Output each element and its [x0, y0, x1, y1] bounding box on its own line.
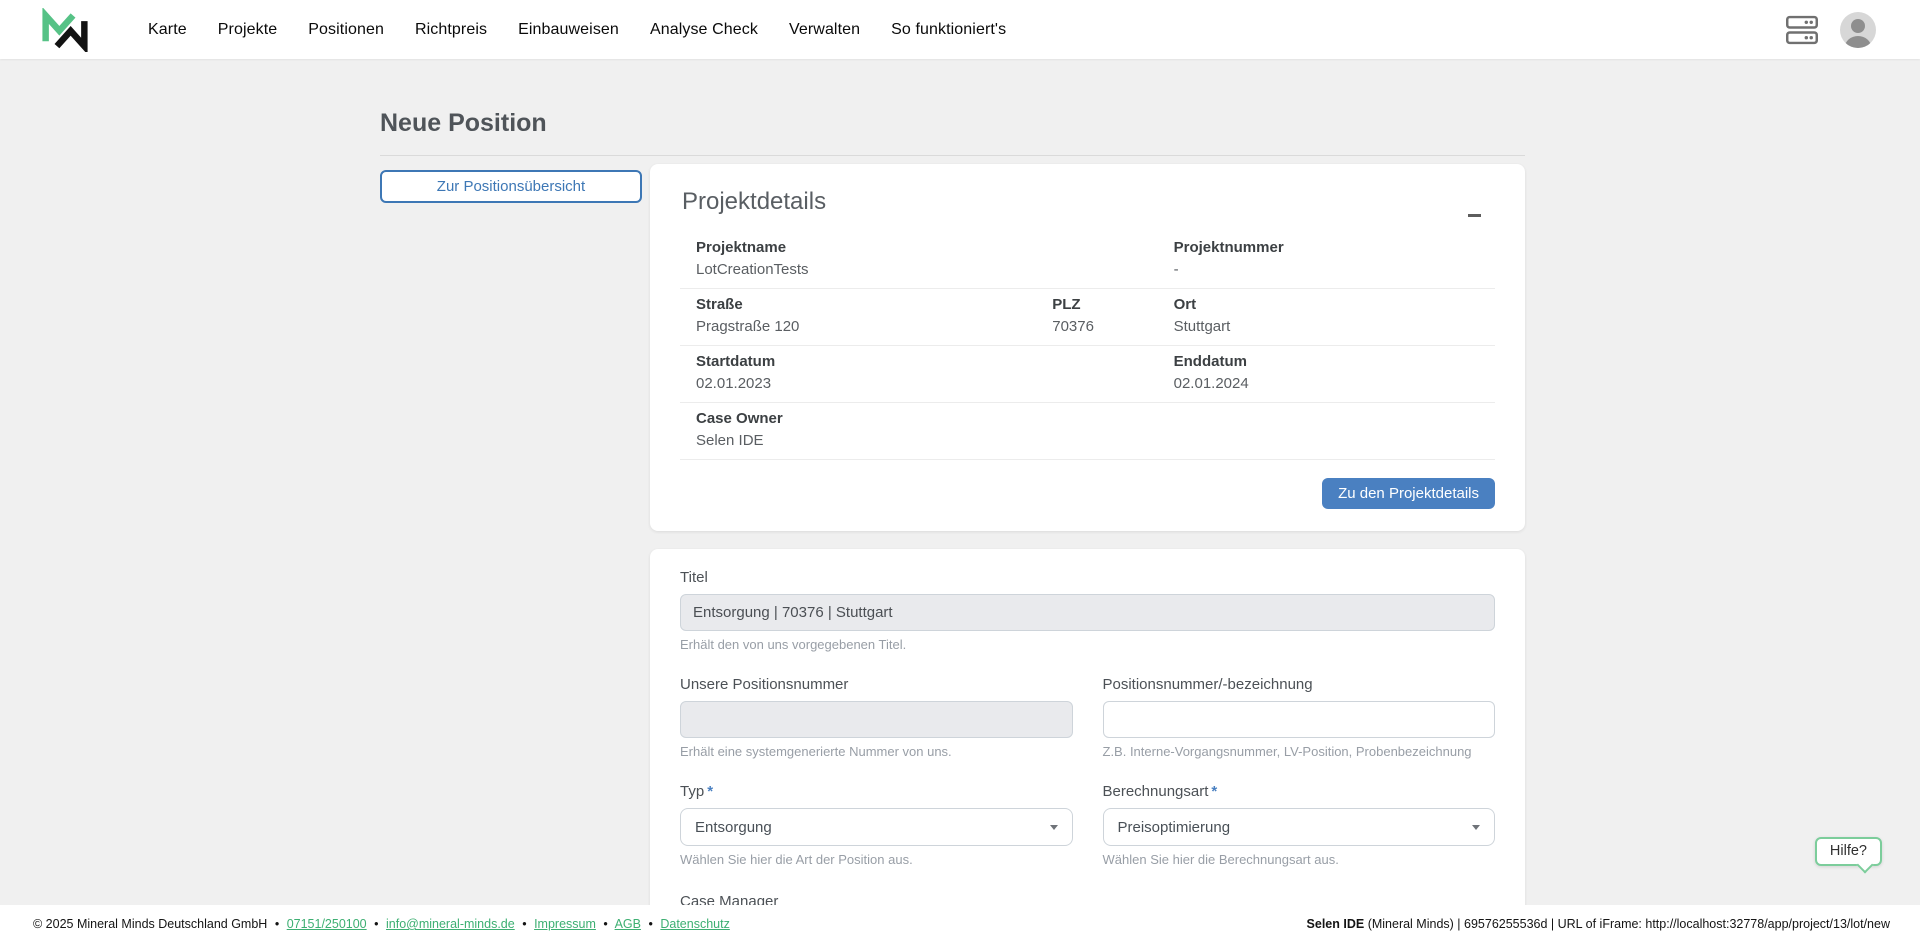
copyright-text: © 2025 Mineral Minds Deutschland GmbH [33, 917, 267, 931]
footer-link-phone[interactable]: 07151/250100 [287, 917, 367, 931]
left-column: Zur Positionsübersicht [380, 164, 650, 203]
mineral-minds-logo[interactable] [40, 7, 92, 53]
titel-helper: Erhält den von uns vorgegebenen Titel. [680, 637, 1495, 652]
footer-link-email[interactable]: info@mineral-minds.de [386, 917, 515, 931]
field-enddatum: Enddatum 02.01.2024 [1174, 352, 1479, 394]
nav-item-analyse-check[interactable]: Analyse Check [650, 21, 758, 39]
separator-dot: • [603, 917, 607, 931]
footer-link-impressum[interactable]: Impressum [534, 917, 596, 931]
titel-label: Titel [680, 569, 1495, 586]
logo-icon [40, 8, 90, 52]
required-asterisk: * [707, 783, 713, 800]
right-column: Projektdetails Projektname LotCreationTe… [650, 164, 1525, 905]
table-row: Case Owner Selen IDE [680, 403, 1495, 460]
server-icon[interactable] [1786, 15, 1818, 45]
positionsnummer-form-group: Positionsnummer/-bezeichnung Z.B. Intern… [1103, 676, 1496, 759]
avatar-body [1845, 36, 1871, 48]
page-content: Neue Position Zur Positionsübersicht Pro… [0, 59, 1920, 905]
typ-helper: Wählen Sie hier die Art der Position aus… [680, 852, 1073, 867]
field-case-owner: Case Owner Selen IDE [696, 409, 1479, 451]
session-user: Selen IDE [1307, 917, 1365, 931]
nav-item-einbauweisen[interactable]: Einbauweisen [518, 21, 619, 39]
session-details: (Mineral Minds) | 69576255536d | URL of … [1364, 917, 1890, 931]
field-strasse: Straße Pragstraße 120 [696, 295, 1052, 337]
separator-dot: • [648, 917, 652, 931]
chevron-down-icon [1050, 825, 1058, 830]
table-row: Straße Pragstraße 120 PLZ 70376 Ort Stut… [680, 289, 1495, 346]
table-row: Projektname LotCreationTests Projektnumm… [680, 232, 1495, 289]
unsere-positionsnummer-form-group: Unsere Positionsnummer Erhält eine syste… [680, 676, 1073, 759]
berechnungsart-select[interactable]: Preisoptimierung [1103, 808, 1496, 846]
collapse-card-button[interactable] [1465, 208, 1483, 222]
new-position-form-card: Titel Erhält den von uns vorgegebenen Ti… [650, 549, 1525, 905]
berechnungsart-select-value: Preisoptimierung [1118, 819, 1231, 836]
unsere-positionsnummer-helper: Erhält eine systemgenerierte Nummer von … [680, 744, 1073, 759]
session-info: Selen IDE (Mineral Minds) | 69576255536d… [1307, 917, 1890, 931]
positionsnummer-label: Positionsnummer/-bezeichnung [1103, 676, 1496, 693]
typ-form-group: Typ* Entsorgung Wählen Sie hier die Art … [680, 783, 1073, 867]
nav-item-so-funktionierts[interactable]: So funktioniert's [891, 21, 1006, 39]
case-manager-label: Case Manager [680, 893, 1495, 905]
top-navbar: Karte Projekte Positionen Richtpreis Ein… [0, 0, 1920, 59]
page-title: Neue Position [380, 109, 1525, 138]
unsere-positionsnummer-label: Unsere Positionsnummer [680, 676, 1073, 693]
field-ort: Ort Stuttgart [1174, 295, 1479, 337]
table-row: Startdatum 02.01.2023 Enddatum 02.01.202… [680, 346, 1495, 403]
go-to-project-details-button[interactable]: Zu den Projektdetails [1322, 478, 1495, 509]
nav-item-richtpreis[interactable]: Richtpreis [415, 21, 487, 39]
title-divider [380, 155, 1525, 156]
separator-dot: • [275, 917, 279, 931]
field-plz: PLZ 70376 [1052, 295, 1173, 337]
positionsnummer-helper: Z.B. Interne-Vorgangsnummer, LV-Position… [1103, 744, 1496, 759]
case-manager-form-group: Case Manager [680, 893, 1495, 905]
titel-input [680, 594, 1495, 631]
project-details-title: Projektdetails [682, 188, 1495, 216]
footer-left: © 2025 Mineral Minds Deutschland GmbH • … [33, 917, 730, 931]
footer-link-datenschutz[interactable]: Datenschutz [660, 917, 729, 931]
field-startdatum: Startdatum 02.01.2023 [696, 352, 1174, 394]
separator-dot: • [522, 917, 526, 931]
typ-label: Typ* [680, 783, 1073, 800]
minus-icon [1468, 214, 1481, 217]
avatar-head [1851, 19, 1865, 33]
unsere-positionsnummer-input [680, 701, 1073, 738]
positionsnummer-input[interactable] [1103, 701, 1496, 738]
nav-item-verwalten[interactable]: Verwalten [789, 21, 860, 39]
nav-item-positionen[interactable]: Positionen [308, 21, 384, 39]
back-to-positions-button[interactable]: Zur Positionsübersicht [380, 170, 642, 203]
titel-form-group: Titel Erhält den von uns vorgegebenen Ti… [680, 569, 1495, 652]
berechnungsart-helper: Wählen Sie hier die Berechnungsart aus. [1103, 852, 1496, 867]
required-asterisk: * [1211, 783, 1217, 800]
navbar-right-actions [1786, 12, 1876, 48]
nav-item-projekte[interactable]: Projekte [218, 21, 278, 39]
typ-select-value: Entsorgung [695, 819, 772, 836]
separator-dot: • [374, 917, 378, 931]
berechnungsart-label: Berechnungsart* [1103, 783, 1496, 800]
help-button[interactable]: Hilfe? [1815, 837, 1882, 866]
chevron-down-icon [1472, 825, 1480, 830]
nav-item-karte[interactable]: Karte [148, 21, 187, 39]
page-footer: © 2025 Mineral Minds Deutschland GmbH • … [0, 905, 1920, 943]
field-projektname: Projektname LotCreationTests [696, 238, 1174, 280]
user-avatar-icon[interactable] [1840, 12, 1876, 48]
project-details-table: Projektname LotCreationTests Projektnumm… [680, 232, 1495, 460]
typ-select[interactable]: Entsorgung [680, 808, 1073, 846]
main-navigation: Karte Projekte Positionen Richtpreis Ein… [148, 21, 1006, 39]
berechnungsart-form-group: Berechnungsart* Preisoptimierung Wählen … [1103, 783, 1496, 867]
field-projektnummer: Projektnummer - [1174, 238, 1479, 280]
footer-link-agb[interactable]: AGB [615, 917, 641, 931]
project-details-card: Projektdetails Projektname LotCreationTe… [650, 164, 1525, 531]
